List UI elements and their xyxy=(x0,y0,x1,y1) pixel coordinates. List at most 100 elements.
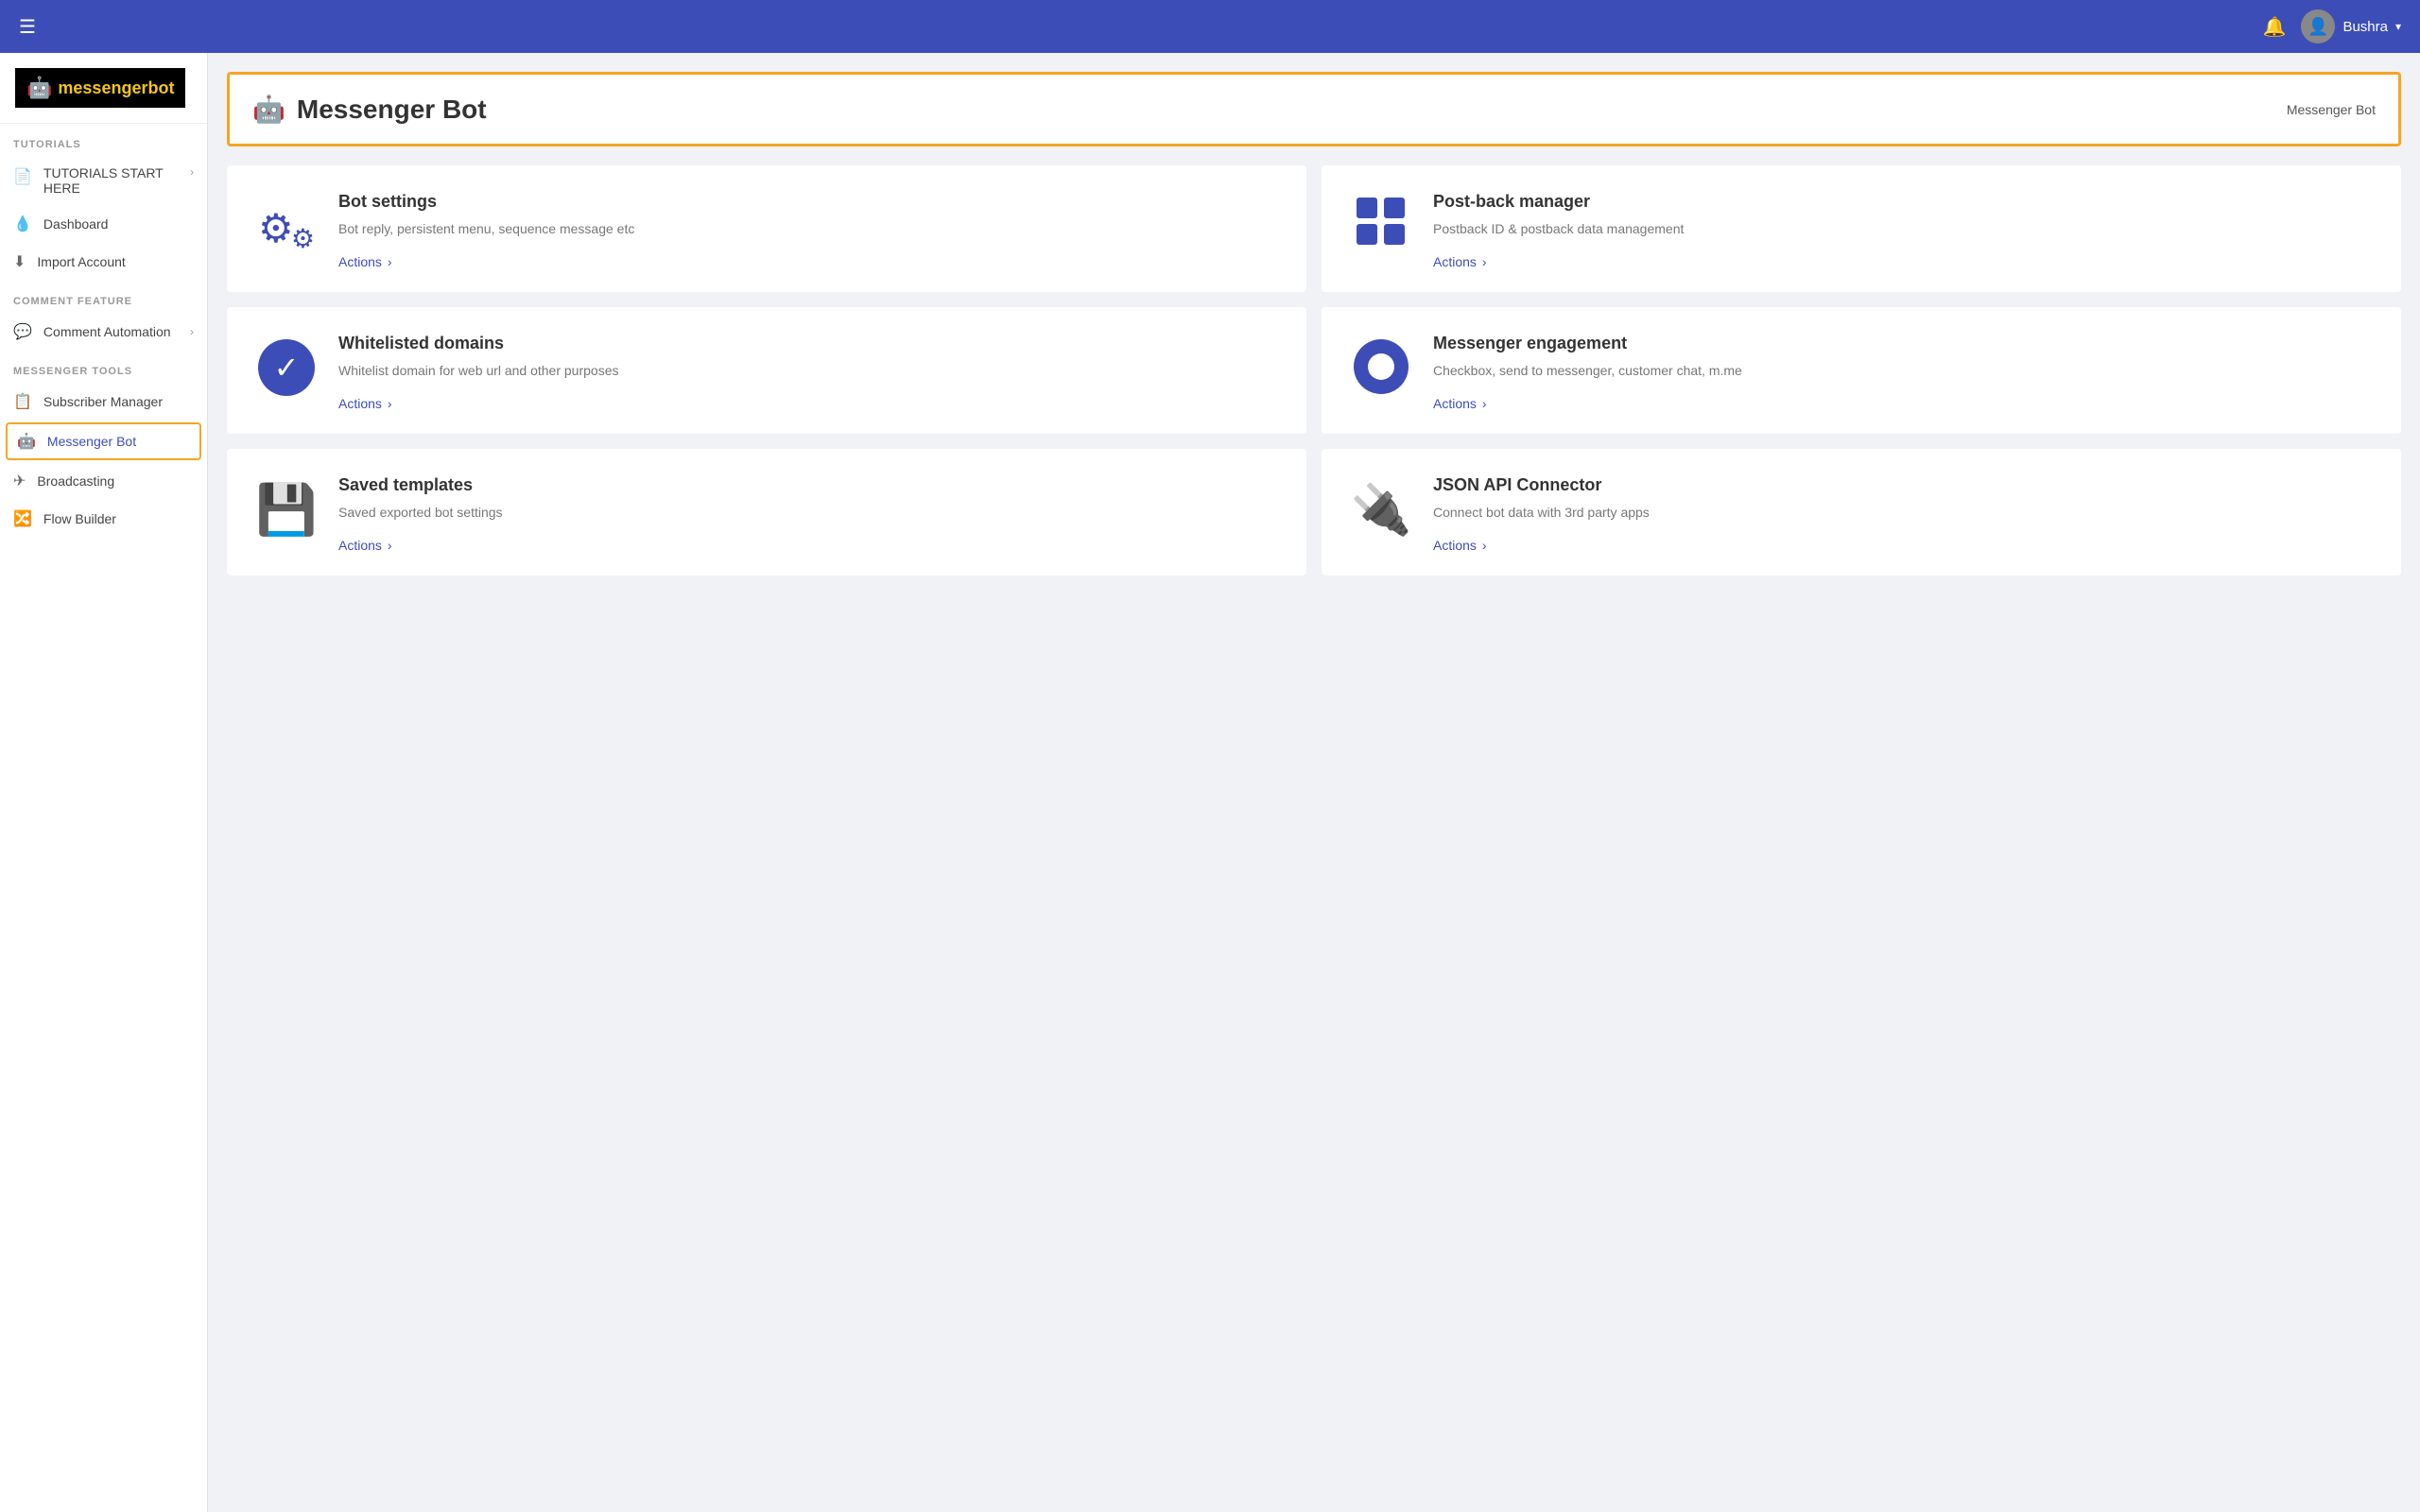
comment-icon: 💬 xyxy=(13,322,32,341)
robot-logo-icon: 🤖 xyxy=(26,76,52,100)
sidebar: 🤖 messengerbot TUTORIALS 📄 TUTORIALS STA… xyxy=(0,53,208,1512)
logo-text: messengerbot xyxy=(58,78,174,98)
main-content: 🤖 Messenger Bot Messenger Bot ⚙ ⚙ Bot se… xyxy=(208,53,2420,1512)
card-icon-engagement xyxy=(1348,334,1414,394)
chevron-right-icon: › xyxy=(388,538,392,553)
sidebar-item-subscriber-manager[interactable]: 📋 Subscriber Manager xyxy=(0,383,207,421)
card-title: JSON API Connector xyxy=(1433,475,2375,495)
bot-settings-actions-button[interactable]: Actions › xyxy=(338,254,1280,269)
json-api-actions-button[interactable]: Actions › xyxy=(1433,538,2375,553)
user-menu[interactable]: 👤 Bushra ▾ xyxy=(2301,9,2401,43)
card-title: Bot settings xyxy=(338,192,1280,212)
section-label-tutorials: TUTORIALS xyxy=(0,124,207,156)
chevron-down-icon: ▾ xyxy=(2395,20,2401,33)
breadcrumb: Messenger Bot xyxy=(2287,102,2376,117)
card-postback-manager: Post-back manager Postback ID & postback… xyxy=(1322,165,2401,292)
header: ☰ 🔔 👤 Bushra ▾ xyxy=(0,0,2420,53)
subscriber-icon: 📋 xyxy=(13,392,32,411)
card-desc: Checkbox, send to messenger, customer ch… xyxy=(1433,361,2375,381)
sidebar-item-flow-builder[interactable]: 🔀 Flow Builder xyxy=(0,500,207,538)
card-icon-json-api: 🔌 xyxy=(1348,475,1414,539)
card-icon-bot-settings: ⚙ ⚙ xyxy=(253,192,320,254)
sidebar-item-label: Messenger Bot xyxy=(47,434,190,449)
import-icon: ⬇ xyxy=(13,252,26,271)
flow-icon: 🔀 xyxy=(13,509,32,528)
chevron-right-icon: › xyxy=(190,165,194,179)
card-messenger-engagement: Messenger engagement Checkbox, send to m… xyxy=(1322,307,2401,434)
card-icon-postback xyxy=(1348,192,1414,245)
sidebar-item-import-account[interactable]: ⬇ Import Account xyxy=(0,243,207,281)
sidebar-item-dashboard[interactable]: 💧 Dashboard xyxy=(0,205,207,243)
broadcast-icon: ✈ xyxy=(13,472,26,490)
card-content-saved-templates: Saved templates Saved exported bot setti… xyxy=(338,475,1280,553)
sidebar-item-comment-automation[interactable]: 💬 Comment Automation › xyxy=(0,313,207,351)
sidebar-item-label: TUTORIALS START HERE xyxy=(43,165,179,196)
card-icon-whitelist: ✓ xyxy=(253,334,320,396)
card-title: Saved templates xyxy=(338,475,1280,495)
notification-icon[interactable]: 🔔 xyxy=(2263,15,2287,39)
checkmark-icon: ✓ xyxy=(258,339,315,396)
page-title-icon: 🤖 xyxy=(252,94,285,125)
card-desc: Connect bot data with 3rd party apps xyxy=(1433,503,2375,523)
header-right: 🔔 👤 Bushra ▾ xyxy=(2263,9,2401,43)
logo-text-main: messenger xyxy=(58,78,147,97)
avatar: 👤 xyxy=(2301,9,2335,43)
chevron-right-icon: › xyxy=(1482,538,1487,553)
card-content-whitelist: Whitelisted domains Whitelist domain for… xyxy=(338,334,1280,411)
plug-icon: 🔌 xyxy=(1351,481,1412,539)
card-desc: Whitelist domain for web url and other p… xyxy=(338,361,1280,381)
card-content-json-api: JSON API Connector Connect bot data with… xyxy=(1433,475,2375,553)
postback-actions-button[interactable]: Actions › xyxy=(1433,254,2375,269)
hamburger-menu[interactable]: ☰ xyxy=(19,15,36,39)
document-icon: 📄 xyxy=(13,167,32,186)
sidebar-item-label: Import Account xyxy=(37,254,194,269)
header-left: ☰ xyxy=(19,15,36,39)
sidebar-item-label: Subscriber Manager xyxy=(43,394,194,409)
grid-icon xyxy=(1357,198,1406,245)
card-content-engagement: Messenger engagement Checkbox, send to m… xyxy=(1433,334,2375,411)
section-label-messenger-tools: MESSENGER TOOLS xyxy=(0,351,207,383)
card-whitelisted-domains: ✓ Whitelisted domains Whitelist domain f… xyxy=(227,307,1306,434)
card-desc: Postback ID & postback data management xyxy=(1433,219,2375,239)
page-title-area: 🤖 Messenger Bot xyxy=(252,94,487,125)
card-saved-templates: 💾 Saved templates Saved exported bot set… xyxy=(227,449,1306,576)
chevron-right-icon: › xyxy=(190,325,194,338)
logo: 🤖 messengerbot xyxy=(0,53,207,124)
card-content-postback: Post-back manager Postback ID & postback… xyxy=(1433,192,2375,269)
whitelist-actions-button[interactable]: Actions › xyxy=(338,396,1280,411)
card-desc: Saved exported bot settings xyxy=(338,503,1280,523)
cards-grid: ⚙ ⚙ Bot settings Bot reply, persistent m… xyxy=(227,165,2401,576)
sidebar-item-tutorials-start[interactable]: 📄 TUTORIALS START HERE › xyxy=(0,156,207,205)
sidebar-item-label: Flow Builder xyxy=(43,511,194,526)
page-header-card: 🤖 Messenger Bot Messenger Bot xyxy=(227,72,2401,146)
saved-templates-actions-button[interactable]: Actions › xyxy=(338,538,1280,553)
card-content-bot-settings: Bot settings Bot reply, persistent menu,… xyxy=(338,192,1280,269)
chevron-right-icon: › xyxy=(388,254,392,269)
gears-icon: ⚙ ⚙ xyxy=(258,198,315,254)
sidebar-item-label: Broadcasting xyxy=(37,473,194,489)
chevron-right-icon: › xyxy=(1482,396,1487,411)
card-title: Messenger engagement xyxy=(1433,334,2375,353)
layout: 🤖 messengerbot TUTORIALS 📄 TUTORIALS STA… xyxy=(0,53,2420,1512)
page-title: Messenger Bot xyxy=(297,94,487,125)
card-title: Post-back manager xyxy=(1433,192,2375,212)
logo-text-accent: bot xyxy=(147,78,174,97)
chevron-right-icon: › xyxy=(1482,254,1487,269)
sidebar-item-broadcasting[interactable]: ✈ Broadcasting xyxy=(0,462,207,500)
card-icon-saved-templates: 💾 xyxy=(253,475,320,539)
section-label-comment: COMMENT FEATURE xyxy=(0,281,207,313)
card-json-api-connector: 🔌 JSON API Connector Connect bot data wi… xyxy=(1322,449,2401,576)
ring-icon xyxy=(1354,339,1409,394)
logo-box: 🤖 messengerbot xyxy=(15,68,185,108)
engagement-actions-button[interactable]: Actions › xyxy=(1433,396,2375,411)
sidebar-item-label: Dashboard xyxy=(43,216,194,232)
card-desc: Bot reply, persistent menu, sequence mes… xyxy=(338,219,1280,239)
card-title: Whitelisted domains xyxy=(338,334,1280,353)
chevron-right-icon: › xyxy=(388,396,392,411)
sidebar-item-messenger-bot[interactable]: 🤖 Messenger Bot xyxy=(6,422,201,460)
save-icon: 💾 xyxy=(256,481,318,539)
dashboard-icon: 💧 xyxy=(13,215,32,233)
user-name: Bushra xyxy=(2342,19,2388,35)
bot-icon: 🤖 xyxy=(17,432,36,451)
sidebar-item-label: Comment Automation xyxy=(43,324,179,339)
